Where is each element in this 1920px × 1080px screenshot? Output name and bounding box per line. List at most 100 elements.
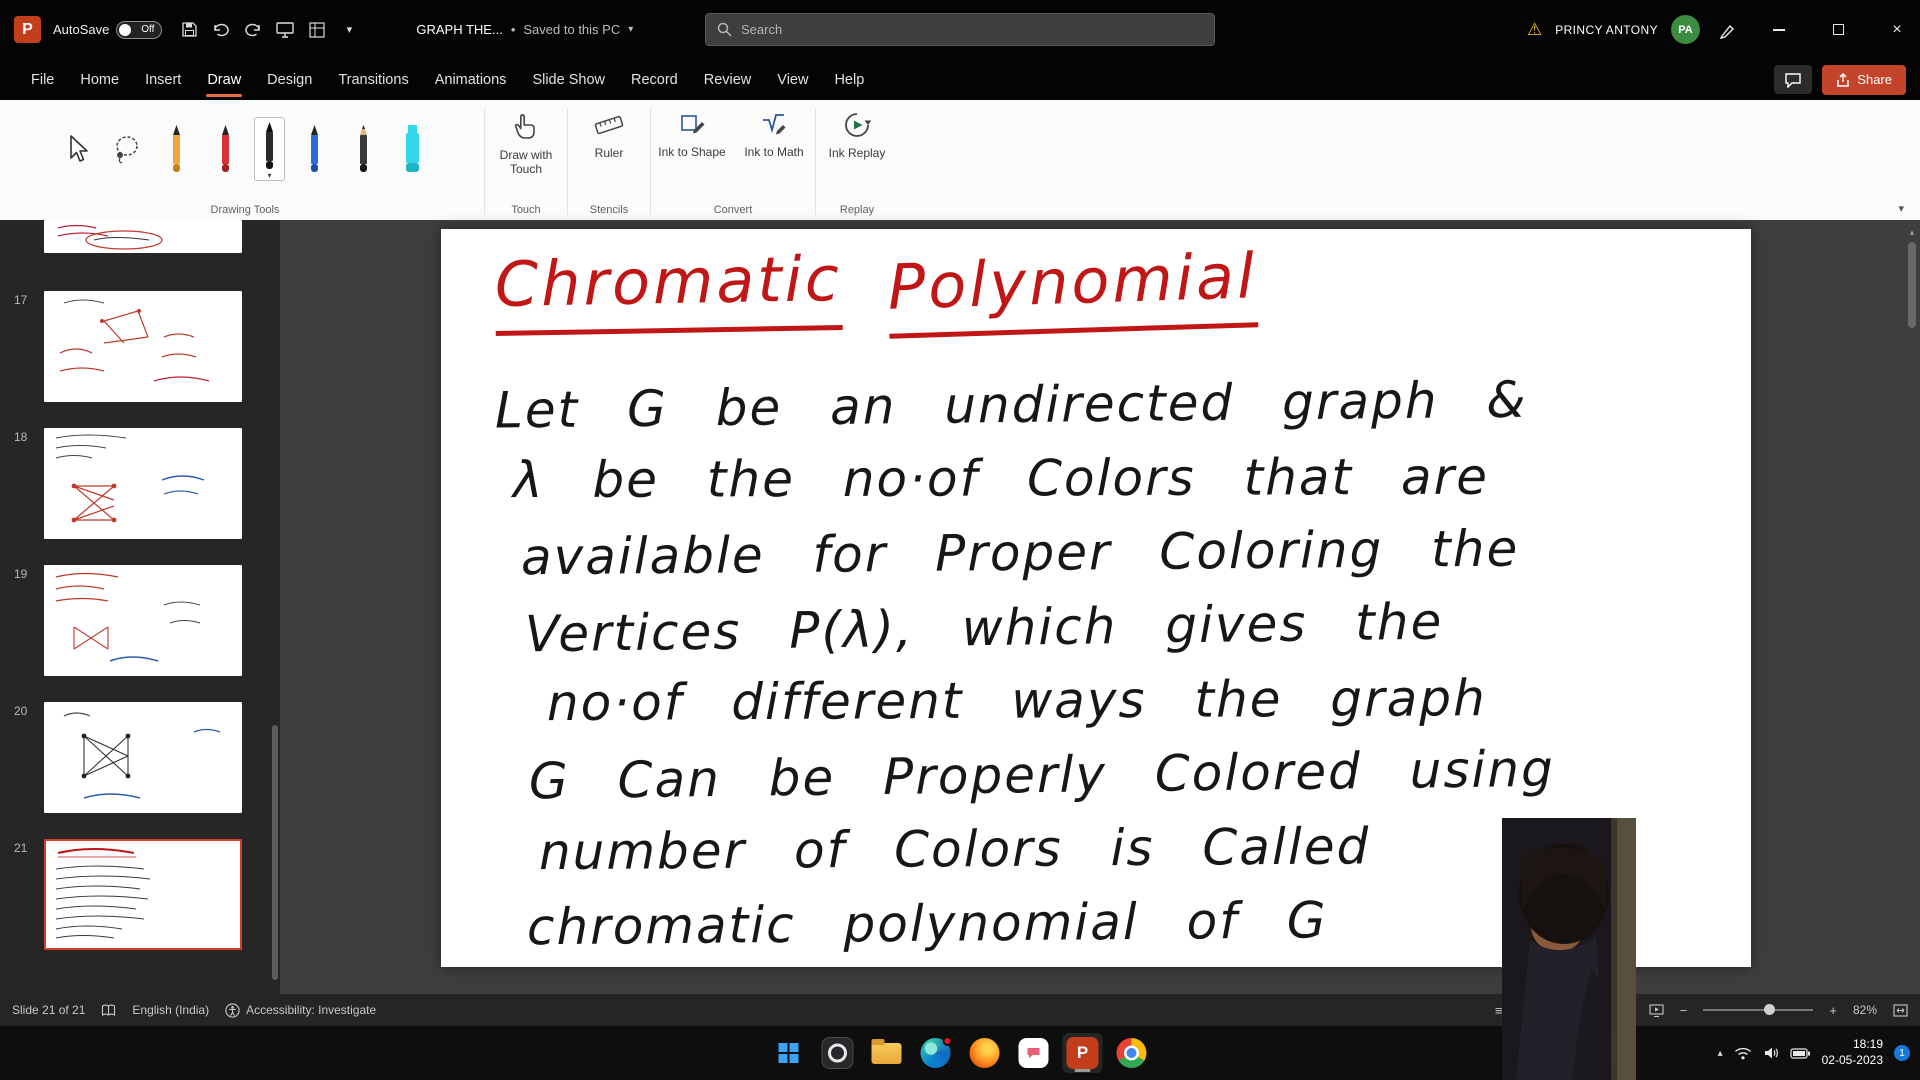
save-icon[interactable] (174, 15, 204, 45)
slide-number: 18 (14, 430, 36, 444)
document-title[interactable]: GRAPH THE... • Saved to this PC ▾ (416, 22, 633, 37)
search-box[interactable] (705, 13, 1215, 46)
firefox-button[interactable] (965, 1033, 1005, 1073)
statusbar-left: Slide 21 of 21 English (India) Accessibi… (12, 1003, 376, 1018)
start-button[interactable] (769, 1033, 809, 1073)
taskbar-icons: P (769, 1026, 1152, 1080)
pen-black-selected[interactable]: ▾ (254, 117, 285, 181)
pen-red-icon[interactable] (205, 124, 245, 174)
qat-customize-icon[interactable]: ▾ (334, 15, 364, 45)
handwritten-line: λ be the no·of Colors that are (513, 447, 1731, 525)
tab-help[interactable]: Help (821, 59, 877, 100)
powerpoint-app-icon[interactable]: P (14, 16, 41, 43)
notification-dot (943, 1036, 953, 1046)
close-button[interactable]: × (1874, 0, 1920, 59)
slideshow-view-icon[interactable] (1649, 1004, 1664, 1017)
proofing-book-icon[interactable] (101, 1004, 116, 1017)
avatar[interactable]: PA (1671, 15, 1700, 44)
zoom-level[interactable]: 82% (1853, 1003, 1877, 1017)
battery-icon[interactable] (1790, 1048, 1811, 1059)
slide-thumbnail-19[interactable] (44, 565, 242, 676)
tab-review[interactable]: Review (691, 59, 765, 100)
ruler-button[interactable]: Ruler (568, 100, 650, 160)
zoom-slider-knob[interactable] (1764, 1004, 1775, 1015)
chrome-button[interactable] (1112, 1033, 1152, 1073)
tab-record[interactable]: Record (618, 59, 691, 100)
slide-indicator[interactable]: Slide 21 of 21 (12, 1003, 85, 1017)
tab-view[interactable]: View (764, 59, 821, 100)
tab-design[interactable]: Design (254, 59, 325, 100)
redo-icon[interactable] (238, 15, 268, 45)
select-tool[interactable] (58, 134, 98, 164)
tab-home[interactable]: Home (67, 59, 132, 100)
powerpoint-taskbar-button[interactable]: P (1063, 1033, 1103, 1073)
undo-icon[interactable] (206, 15, 236, 45)
volume-icon[interactable] (1763, 1046, 1779, 1060)
group-touch: Draw with Touch Touch (485, 100, 567, 220)
accessibility-status[interactable]: Accessibility: Investigate (225, 1003, 376, 1018)
canvas-scrollbar[interactable]: ▴ (1907, 226, 1917, 974)
search-input[interactable] (741, 22, 1203, 37)
zoom-in-button[interactable]: + (1829, 1004, 1837, 1017)
lasso-select-tool[interactable] (107, 134, 147, 164)
slide-thumbnail-17[interactable] (44, 291, 242, 402)
slide-thumbnail-20[interactable] (44, 702, 242, 813)
autosave-switch[interactable]: Off (116, 21, 162, 39)
zoom-slider[interactable] (1703, 1009, 1813, 1011)
slide-number: 19 (14, 567, 36, 581)
edge-browser-button[interactable] (916, 1033, 956, 1073)
language-indicator[interactable]: English (India) (132, 1003, 209, 1017)
taskbar-clock[interactable]: 18:19 02-05-2023 (1822, 1037, 1883, 1068)
slide-thumbnail-21-selected[interactable] (44, 839, 242, 950)
pen-orange-icon[interactable] (156, 124, 196, 174)
ruler-label: Ruler (595, 146, 624, 160)
tab-slide-show[interactable]: Slide Show (519, 59, 618, 100)
pencil-black-icon[interactable] (343, 124, 383, 174)
tab-animations[interactable]: Animations (422, 59, 520, 100)
comments-button[interactable] (1774, 65, 1812, 94)
tab-file[interactable]: File (18, 59, 67, 100)
file-explorer-button[interactable] (867, 1033, 907, 1073)
canvas-scrollbar-thumb[interactable] (1908, 242, 1916, 328)
tab-transitions[interactable]: Transitions (325, 59, 421, 100)
hidden-icons-chevron-icon[interactable]: ▴ (1718, 1048, 1723, 1059)
ink-pen-icon[interactable] (1713, 15, 1743, 45)
fit-slide-icon[interactable] (1893, 1004, 1908, 1017)
collapse-ribbon-icon[interactable]: ▾ (1898, 202, 1904, 215)
wifi-icon[interactable] (1734, 1047, 1752, 1060)
minimize-icon (1773, 29, 1785, 31)
slide-thumbnail-18[interactable] (44, 428, 242, 539)
pen-options-chevron-icon[interactable]: ▾ (267, 171, 271, 180)
user-name[interactable]: PRINCY ANTONY (1555, 23, 1658, 37)
tab-insert[interactable]: Insert (132, 59, 194, 100)
draw-with-touch-button[interactable]: Draw with Touch (485, 100, 567, 176)
pen-blue-icon[interactable] (294, 124, 334, 174)
group-label-stencils: Stencils (568, 204, 650, 216)
ink-to-math-button[interactable]: Ink to Math (733, 100, 815, 159)
chat-app-button[interactable] (1014, 1033, 1054, 1073)
slide-thumbnail-partial[interactable] (44, 220, 242, 253)
ruler-icon (593, 111, 625, 139)
touch-mouse-mode-icon[interactable] (302, 15, 332, 45)
maximize-button[interactable] (1815, 0, 1861, 59)
zoom-out-button[interactable]: − (1680, 1004, 1688, 1017)
panel-scrollbar-thumb[interactable] (272, 725, 278, 980)
firefox-icon (970, 1038, 1000, 1068)
notification-count-badge[interactable]: 1 (1894, 1045, 1910, 1061)
minimize-button[interactable] (1756, 0, 1802, 59)
accessibility-icon (225, 1003, 240, 1018)
autosave-toggle[interactable]: AutoSave Off (53, 21, 162, 39)
camera-app-button[interactable] (818, 1033, 858, 1073)
scroll-up-icon[interactable]: ▴ (1907, 226, 1917, 238)
ink-to-shape-button[interactable]: Ink to Shape (651, 100, 733, 159)
handwritten-line: Vertices P(λ), which gives the (525, 589, 1732, 680)
clock-time: 18:19 (1822, 1037, 1883, 1053)
highlighter-cyan-icon[interactable] (392, 124, 432, 174)
share-button[interactable]: Share (1822, 65, 1906, 95)
present-to-display-icon[interactable] (270, 15, 300, 45)
accessibility-label: Accessibility: Investigate (246, 1003, 376, 1017)
ink-replay-button[interactable]: Ink Replay (816, 100, 898, 160)
tab-draw[interactable]: Draw (194, 59, 254, 100)
warning-triangle-icon[interactable]: ⚠ (1527, 21, 1542, 38)
webcam-overlay (1502, 818, 1636, 1080)
